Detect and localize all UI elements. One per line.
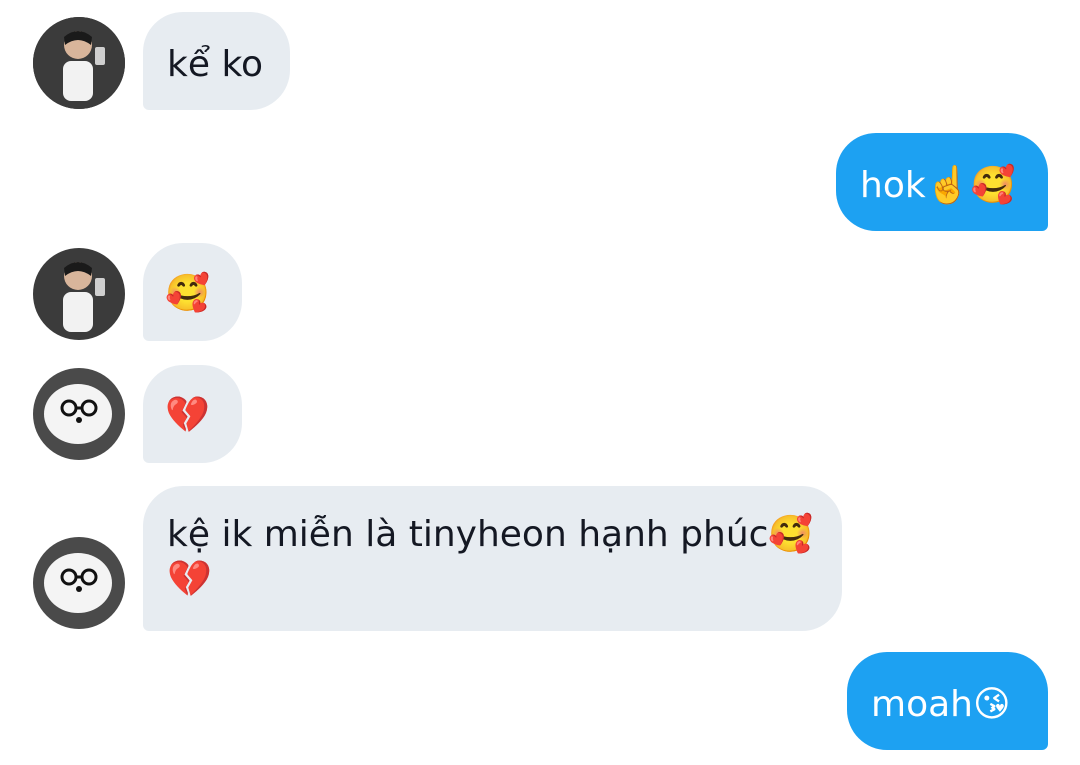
contact-avatar-bear[interactable] bbox=[33, 537, 125, 629]
outgoing-message[interactable]: hok☝️🥰 bbox=[836, 133, 1048, 231]
message-text: moah😘 bbox=[871, 684, 1011, 725]
outgoing-message[interactable]: moah😘 bbox=[847, 652, 1048, 750]
incoming-message[interactable]: kệ ik miễn là tinyheon hạnh phúc🥰 💔 bbox=[143, 486, 842, 631]
message-text: 🥰 bbox=[165, 273, 210, 314]
incoming-message[interactable]: 🥰 bbox=[143, 243, 242, 341]
message-text: kệ ik miễn là tinyheon hạnh phúc🥰 💔 bbox=[167, 514, 814, 600]
contact-avatar-selfie[interactable] bbox=[33, 17, 125, 109]
incoming-message[interactable]: kể ko bbox=[143, 12, 290, 110]
contact-avatar-bear[interactable] bbox=[33, 368, 125, 460]
message-text: hok☝️🥰 bbox=[860, 165, 1016, 206]
message-text: 💔 bbox=[165, 395, 210, 436]
message-text: kể ko bbox=[167, 44, 264, 85]
contact-avatar-selfie[interactable] bbox=[33, 248, 125, 340]
incoming-message[interactable]: 💔 bbox=[143, 365, 242, 463]
